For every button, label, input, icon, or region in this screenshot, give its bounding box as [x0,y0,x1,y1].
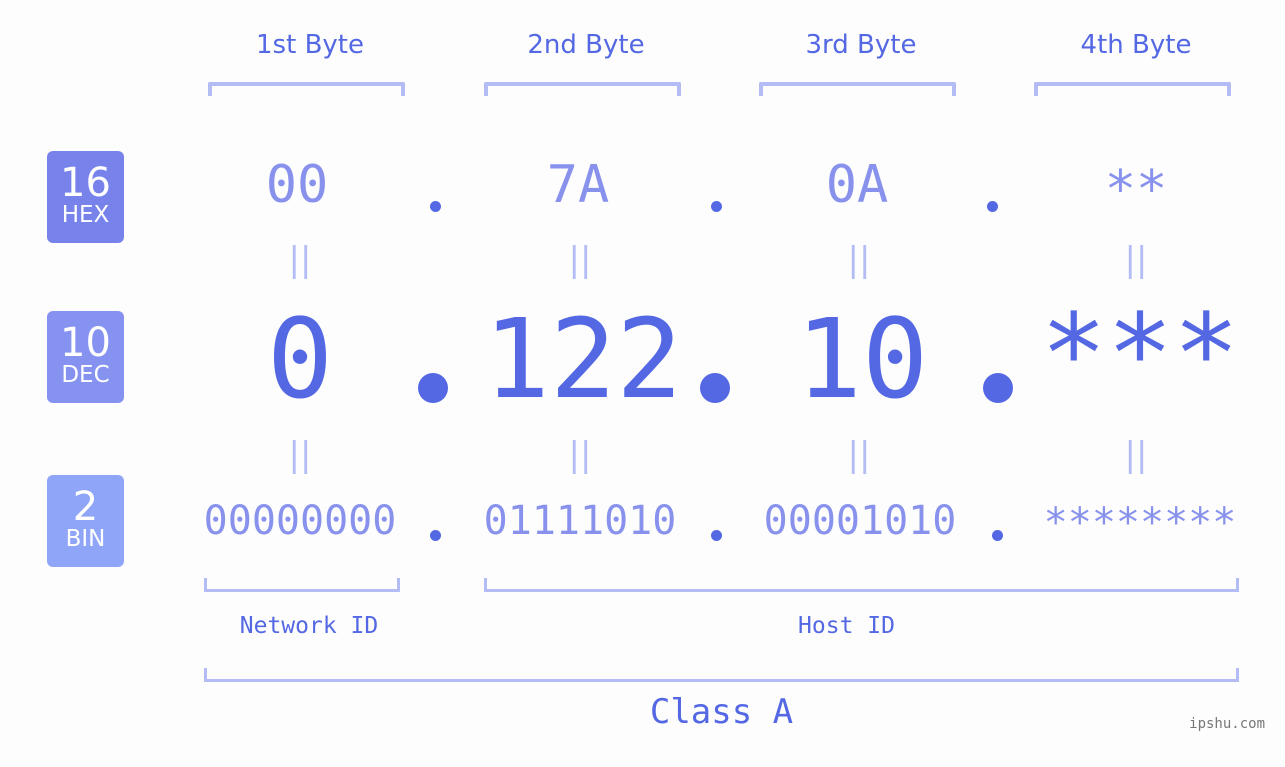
equals-sign: || [288,435,312,475]
byte-label-1: 1st Byte [256,30,364,60]
hex-dot-2 [711,201,722,212]
bin-dot-1 [430,530,441,541]
bin-badge-name: BIN [65,526,106,552]
hex-badge: 16 HEX [47,151,124,243]
bin-dot-2 [711,530,722,541]
dec-badge: 10 DEC [47,311,124,403]
host-id-bracket [484,578,1239,592]
dec-value-4: *** [1040,290,1240,418]
dec-value-1: 0 [266,295,334,423]
hex-value-2: 7A [546,155,610,215]
byte-bracket-2 [484,82,681,96]
bin-badge-number: 2 [72,484,99,530]
bin-value-1: 00000000 [203,498,397,544]
byte-label-3: 3rd Byte [805,30,917,60]
dec-badge-number: 10 [60,320,111,366]
bin-dot-3 [992,530,1003,541]
dec-dot-1 [418,373,448,403]
byte-bracket-4 [1034,82,1231,96]
byte-label-2: 2nd Byte [527,30,645,60]
dec-badge-name: DEC [61,362,110,388]
dec-dot-3 [983,373,1013,403]
bin-value-2: 01111010 [483,498,677,544]
class-bracket [204,668,1239,682]
network-id-label: Network ID [239,613,379,639]
hex-value-1: 00 [265,155,329,215]
equals-sign: || [847,435,871,475]
equals-sign: || [568,240,592,280]
byte-bracket-1 [208,82,405,96]
equals-sign: || [288,240,312,280]
dec-value-2: 122 [483,295,683,423]
byte-label-4: 4th Byte [1080,30,1192,60]
network-id-bracket [204,578,400,592]
bin-value-4: ******** [1043,500,1237,546]
byte-bracket-3 [759,82,956,96]
watermark: ipshu.com [1189,716,1265,732]
hex-badge-name: HEX [61,202,110,228]
class-label: Class A [649,692,794,732]
dec-value-3: 10 [795,295,929,423]
hex-value-3: 0A [825,155,889,215]
bin-value-3: 00001010 [763,498,957,544]
hex-dot-1 [430,201,441,212]
equals-sign: || [568,435,592,475]
hex-dot-3 [987,201,998,212]
dec-dot-2 [700,373,730,403]
equals-sign: || [847,240,871,280]
hex-value-4: ** [1104,160,1168,220]
host-id-label: Host ID [798,613,895,639]
equals-sign: || [1124,240,1148,280]
equals-sign: || [1124,435,1148,475]
hex-badge-number: 16 [60,160,111,206]
bin-badge: 2 BIN [47,475,124,567]
